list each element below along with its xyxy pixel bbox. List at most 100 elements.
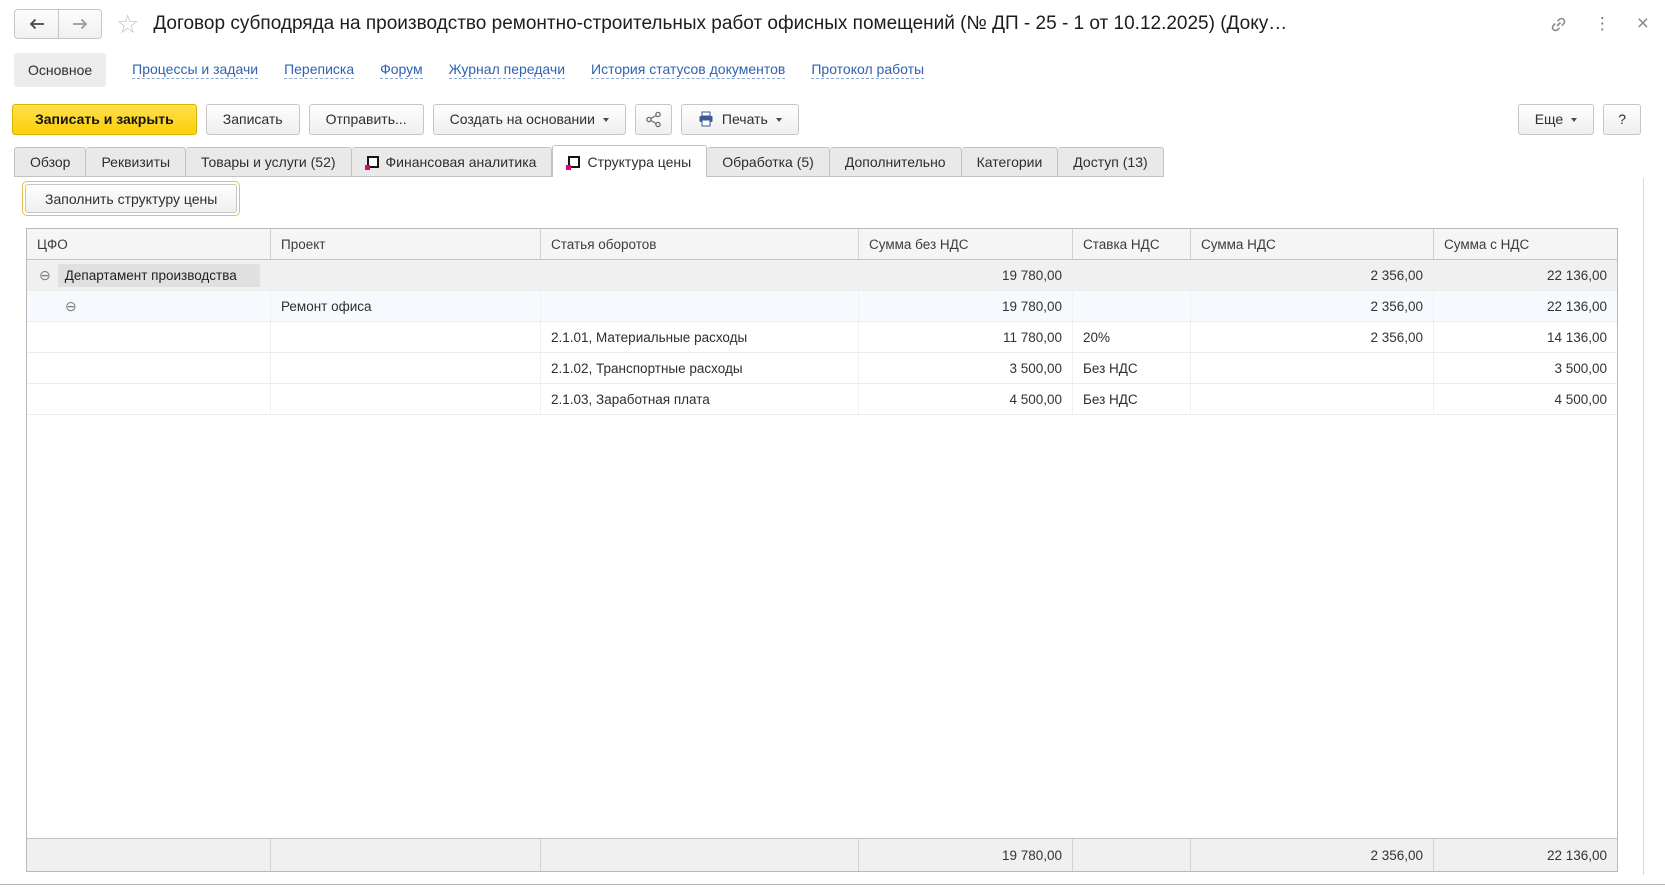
cell-vat-amount[interactable] (1191, 353, 1434, 383)
fill-price-structure-button[interactable]: Заполнить структуру цены (25, 184, 237, 213)
cell-vat-amount[interactable] (1191, 384, 1434, 414)
cell-amount-no-vat[interactable]: 4 500,00 (859, 384, 1073, 414)
cell-cfo[interactable] (27, 384, 271, 414)
cell-amount-with-vat[interactable]: 22 136,00 (1434, 291, 1617, 321)
cell-amount-no-vat[interactable]: 19 780,00 (859, 260, 1073, 290)
cell-project[interactable] (271, 353, 541, 383)
column-header-project[interactable]: Проект (271, 229, 541, 259)
tab-label: Реквизиты (101, 154, 170, 170)
table-row[interactable]: 2.1.01, Материальные расходы 11 780,00 2… (27, 322, 1617, 353)
menu-link-status-history[interactable]: История статусов документов (591, 61, 785, 79)
tab-label: Товары и услуги (52) (201, 154, 335, 170)
cell-amount-with-vat[interactable]: 3 500,00 (1434, 353, 1617, 383)
get-link-icon[interactable] (1549, 15, 1568, 34)
column-header-vat-amount[interactable]: Сумма НДС (1191, 229, 1434, 259)
tab-label: Финансовая аналитика (386, 154, 537, 170)
price-structure-table: ЦФО Проект Статья оборотов Сумма без НДС… (26, 228, 1618, 872)
save-and-close-button[interactable]: Записать и закрыть (12, 104, 197, 135)
forward-button[interactable] (58, 10, 101, 38)
window-title-bar: ☆ Договор субподряда на производство рем… (0, 0, 1665, 48)
tab-price-structure[interactable]: Структура цены (552, 145, 707, 177)
totals-project (271, 839, 541, 871)
cell-vat-amount[interactable]: 2 356,00 (1191, 322, 1434, 352)
cell-article[interactable]: 2.1.03, Заработная плата (541, 384, 859, 414)
tab-requisites[interactable]: Реквизиты (86, 147, 186, 177)
totals-vat-rate (1073, 839, 1191, 871)
menu-link-processes[interactable]: Процессы и задачи (132, 61, 258, 79)
print-button[interactable]: Печать (681, 104, 799, 135)
cell-vat-rate[interactable]: Без НДС (1073, 353, 1191, 383)
cell-project[interactable] (271, 322, 541, 352)
menu-link-transfer-log[interactable]: Журнал передачи (449, 61, 565, 79)
tab-access[interactable]: Доступ (13) (1058, 147, 1163, 177)
cell-cfo[interactable] (27, 353, 271, 383)
cell-amount-no-vat[interactable]: 3 500,00 (859, 353, 1073, 383)
back-button[interactable] (15, 10, 58, 38)
document-modified-icon (367, 156, 379, 168)
favorite-star-icon[interactable]: ☆ (116, 11, 139, 37)
close-icon[interactable]: × (1637, 14, 1649, 34)
cell-vat-amount[interactable]: 2 356,00 (1191, 291, 1434, 321)
send-button[interactable]: Отправить... (309, 104, 424, 135)
totals-amount-no-vat: 19 780,00 (859, 839, 1073, 871)
tab-label: Дополнительно (845, 154, 946, 170)
cell-project[interactable]: Ремонт офиса (271, 291, 541, 321)
tab-overview[interactable]: Обзор (14, 147, 86, 177)
cell-vat-amount[interactable]: 2 356,00 (1191, 260, 1434, 290)
cell-vat-rate[interactable]: Без НДС (1073, 384, 1191, 414)
column-header-amount-with-vat[interactable]: Сумма с НДС (1434, 229, 1617, 259)
save-button[interactable]: Записать (206, 104, 300, 135)
more-actions-label: Еще (1535, 111, 1564, 127)
tab-additional[interactable]: Дополнительно (830, 147, 962, 177)
help-button[interactable]: ? (1603, 104, 1641, 135)
tab-goods-services[interactable]: Товары и услуги (52) (186, 147, 351, 177)
section-menu: Основное Процессы и задачи Переписка Фор… (0, 48, 1665, 92)
menu-link-work-protocol[interactable]: Протокол работы (811, 61, 924, 79)
cell-article[interactable] (541, 291, 859, 321)
cell-vat-rate[interactable] (1073, 291, 1191, 321)
more-actions-button[interactable]: Еще (1518, 104, 1595, 135)
title-bar-actions: ⋮ × (1549, 0, 1649, 48)
column-header-vat-rate[interactable]: Ставка НДС (1073, 229, 1191, 259)
tab-processing[interactable]: Обработка (5) (707, 147, 830, 177)
cell-vat-rate[interactable] (1073, 260, 1191, 290)
more-menu-icon[interactable]: ⋮ (1594, 14, 1611, 34)
cell-cfo[interactable]: ⊖ (27, 291, 271, 321)
cell-cfo[interactable] (27, 322, 271, 352)
cfo-value: Департамент производства (58, 264, 260, 287)
table-row-group[interactable]: ⊖ Департамент производства 19 780,00 2 3… (27, 260, 1617, 291)
table-row[interactable]: 2.1.03, Заработная плата 4 500,00 Без НД… (27, 384, 1617, 415)
cell-article[interactable] (541, 260, 859, 290)
cell-amount-with-vat[interactable]: 4 500,00 (1434, 384, 1617, 414)
cell-amount-no-vat[interactable]: 11 780,00 (859, 322, 1073, 352)
collapse-icon[interactable]: ⊖ (65, 298, 77, 315)
column-header-article[interactable]: Статья оборотов (541, 229, 859, 259)
cell-vat-rate[interactable]: 20% (1073, 322, 1191, 352)
cell-article[interactable]: 2.1.01, Материальные расходы (541, 322, 859, 352)
menu-link-forum[interactable]: Форум (380, 61, 423, 79)
fill-price-structure-focus-ring: Заполнить структуру цены (22, 181, 240, 216)
tab-categories[interactable]: Категории (962, 147, 1059, 177)
cell-amount-with-vat[interactable]: 14 136,00 (1434, 322, 1617, 352)
cell-article[interactable]: 2.1.02, Транспортные расходы (541, 353, 859, 383)
table-row-subgroup[interactable]: ⊖ Ремонт офиса 19 780,00 2 356,00 22 136… (27, 291, 1617, 322)
cell-amount-with-vat[interactable]: 22 136,00 (1434, 260, 1617, 290)
cell-cfo[interactable]: ⊖ Департамент производства (27, 260, 271, 290)
cell-project[interactable] (271, 384, 541, 414)
column-header-amount-no-vat[interactable]: Сумма без НДС (859, 229, 1073, 259)
cell-project[interactable] (271, 260, 541, 290)
collapse-icon[interactable]: ⊖ (39, 267, 51, 284)
tab-label: Категории (977, 154, 1043, 170)
table-totals-row: 19 780,00 2 356,00 22 136,00 (27, 838, 1617, 871)
tab-financial-analytics[interactable]: Финансовая аналитика (352, 147, 553, 177)
column-header-cfo[interactable]: ЦФО (27, 229, 271, 259)
menu-link-correspondence[interactable]: Переписка (284, 61, 354, 79)
share-button[interactable] (635, 104, 672, 135)
chevron-down-icon (603, 118, 609, 122)
create-based-on-button[interactable]: Создать на основании (433, 104, 626, 135)
cell-amount-no-vat[interactable]: 19 780,00 (859, 291, 1073, 321)
tab-label: Структура цены (587, 154, 691, 170)
table-row[interactable]: 2.1.02, Транспортные расходы 3 500,00 Бе… (27, 353, 1617, 384)
menu-item-main[interactable]: Основное (14, 53, 106, 87)
table-empty-area[interactable] (27, 415, 1617, 838)
